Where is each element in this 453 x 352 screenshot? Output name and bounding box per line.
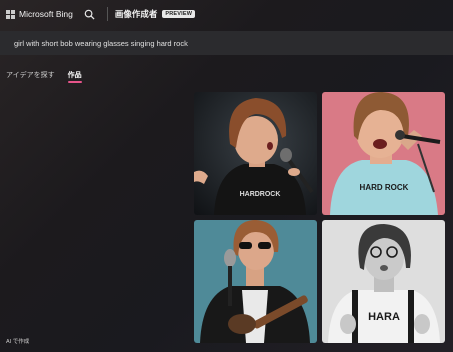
tab-creations[interactable]: 作品 xyxy=(67,70,82,83)
microsoft-logo-icon xyxy=(6,9,15,19)
prompt-bar[interactable]: girl with short bob wearing glasses sing… xyxy=(0,31,453,55)
search-button[interactable] xyxy=(83,7,97,21)
header-divider xyxy=(106,7,108,21)
tab-explore-ideas[interactable]: アイデアを探す xyxy=(6,70,55,80)
ai-generated-label: AI で作成 xyxy=(6,339,30,345)
preview-badge: PREVIEW xyxy=(162,10,196,18)
top-bar: Microsoft Bing 画像作成者 PREVIEW xyxy=(0,0,453,28)
product-title[interactable]: 画像作成者 xyxy=(115,8,158,20)
brand-name: Microsoft Bing xyxy=(19,9,73,19)
prompt-text: girl with short bob wearing glasses sing… xyxy=(14,38,188,48)
generated-image-1[interactable]: HARDROCK xyxy=(194,92,317,215)
shirt-text-4: HARA xyxy=(368,311,400,323)
shirt-text-2: HARD ROCK xyxy=(360,183,409,192)
microsoft-bing-logo[interactable]: Microsoft Bing xyxy=(6,9,73,19)
generated-image-4[interactable]: HARA xyxy=(322,220,445,343)
generated-image-2[interactable]: HARD ROCK xyxy=(322,92,445,215)
shirt-text-1: HARDROCK xyxy=(240,191,281,198)
search-icon xyxy=(85,9,95,20)
generated-image-3[interactable] xyxy=(194,220,317,343)
tab-bar: アイデアを探す 作品 xyxy=(0,70,82,83)
